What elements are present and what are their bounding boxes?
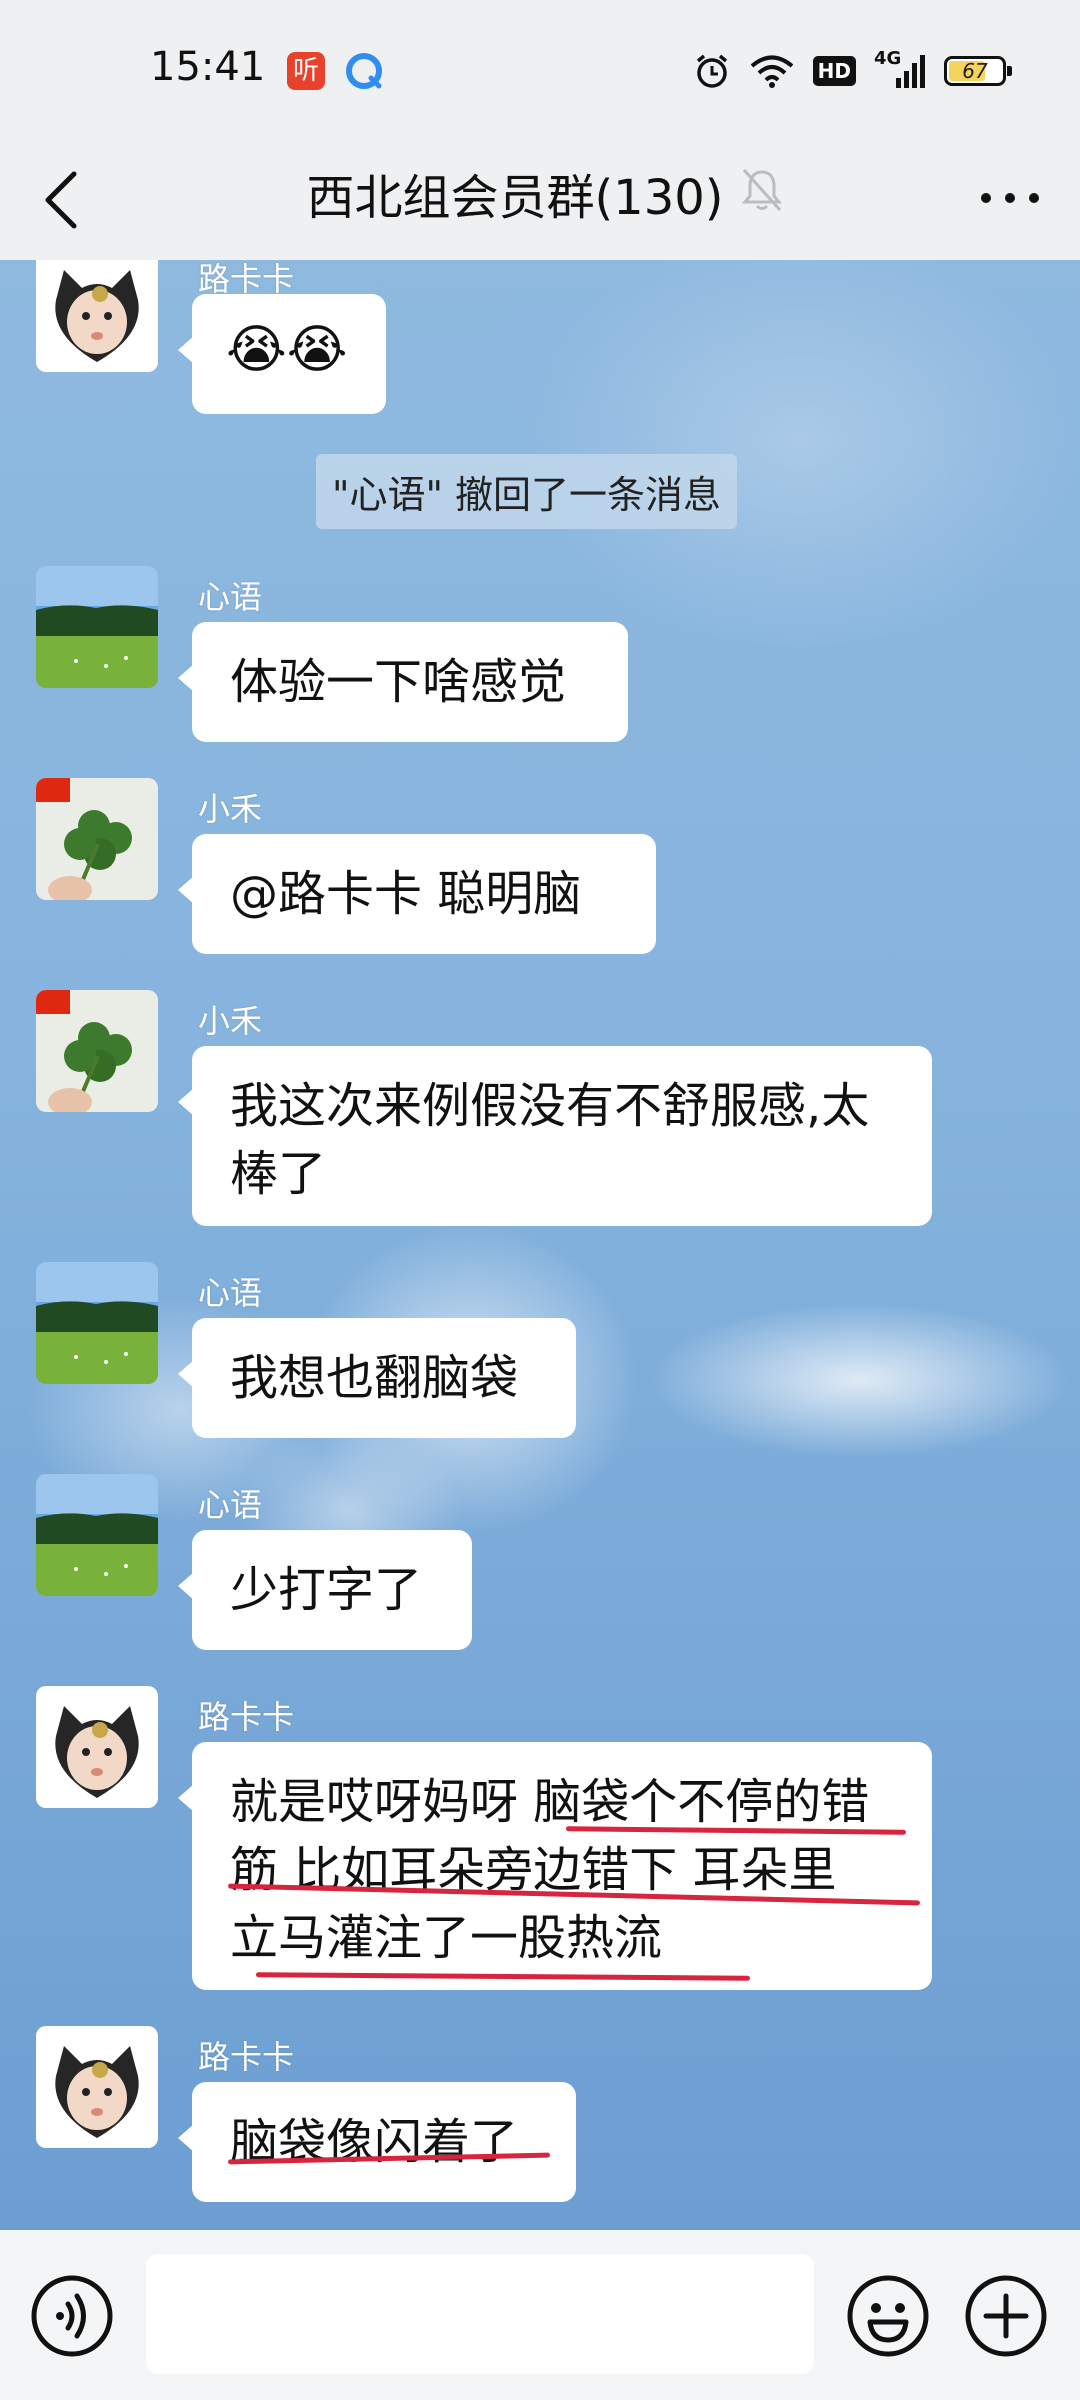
message-bubble[interactable]: 体验一下啥感觉 (178, 622, 628, 742)
message-bubble[interactable]: @路卡卡 聪明脑 (178, 834, 656, 954)
group-title: 西北组会员群(130) (306, 170, 724, 226)
message-text-line: 立马灌注了一股热流 (230, 1910, 663, 1966)
plus-icon[interactable] (964, 2274, 1048, 2358)
avatar-xinyu[interactable] (36, 1262, 158, 1384)
message-text: 体验一下啥感觉 (230, 654, 567, 710)
message-text-line: 我这次来例假没有不舒服感,太 (230, 1078, 870, 1134)
chat-header: 西北组会员群(130) (0, 140, 1080, 260)
battery-level: 67 (962, 59, 988, 83)
sender-name: 小禾 (198, 1002, 263, 1040)
avatar-lukaka[interactable] (36, 260, 158, 372)
message-bubble[interactable]: 脑袋像闪着了 (178, 2082, 576, 2202)
status-time: 15:41 (150, 44, 266, 90)
input-bar (0, 2230, 1080, 2400)
sender-name: 路卡卡 (198, 1698, 295, 1736)
hd-badge: HD (812, 56, 856, 86)
avatar-xiaohe[interactable] (36, 778, 158, 900)
avatar-xiaohe[interactable] (36, 990, 158, 1112)
status-bar: 15:41 听 HD 4G 67 (0, 0, 1080, 140)
message-bubble[interactable]: 我这次来例假没有不舒服感,太 棒了 (178, 1046, 932, 1226)
chat-message-area[interactable]: 路卡卡 😭😭 "心语" 撤回了一条消息 心语 体验一下啥感觉 小禾 @路卡卡 聪… (0, 260, 1080, 2230)
bell-off-icon (741, 168, 783, 212)
message-bubble[interactable]: 我想也翻脑袋 (178, 1318, 576, 1438)
avatar-xinyu[interactable] (36, 566, 158, 688)
message-bubble[interactable]: 就是哎呀妈呀 脑袋个不停的错 筋 比如耳朵旁边错下 耳朵里 立马灌注了一股热流 (178, 1742, 932, 1990)
message-bubble[interactable]: 😭😭 (178, 294, 386, 414)
battery-icon: 67 (944, 56, 1012, 86)
message-text-line: 棒了 (230, 1146, 327, 1202)
signal-icon: 4G (874, 48, 926, 90)
message-text: @路卡卡 聪明脑 (230, 866, 582, 922)
message-text: 少打字了 (230, 1562, 423, 1618)
ting-app-icon: 听 (287, 52, 325, 90)
sender-name: 心语 (198, 1486, 263, 1524)
message-text: 😭😭 (226, 320, 348, 380)
avatar-xinyu[interactable] (36, 1474, 158, 1596)
sender-name: 心语 (198, 578, 263, 616)
avatar-lukaka[interactable] (36, 2026, 158, 2148)
message-text: 我想也翻脑袋 (230, 1350, 519, 1406)
avatar-lukaka[interactable] (36, 1686, 158, 1808)
alarm-icon (696, 54, 727, 88)
recall-notice: "心语" 撤回了一条消息 (316, 454, 738, 529)
emoji-icon[interactable] (846, 2274, 930, 2358)
wifi-icon (750, 55, 793, 88)
voice-icon[interactable] (30, 2274, 114, 2358)
message-input[interactable] (146, 2254, 814, 2374)
sender-name: 小禾 (198, 790, 263, 828)
sender-name: 路卡卡 (198, 2038, 295, 2076)
message-text-line: 就是哎呀妈呀 脑袋个不停的错 (230, 1774, 870, 1830)
message-bubble[interactable]: 少打字了 (178, 1530, 472, 1650)
sender-name: 心语 (198, 1274, 263, 1312)
browser-app-icon (346, 53, 382, 89)
more-dots-icon[interactable] (978, 188, 1042, 208)
